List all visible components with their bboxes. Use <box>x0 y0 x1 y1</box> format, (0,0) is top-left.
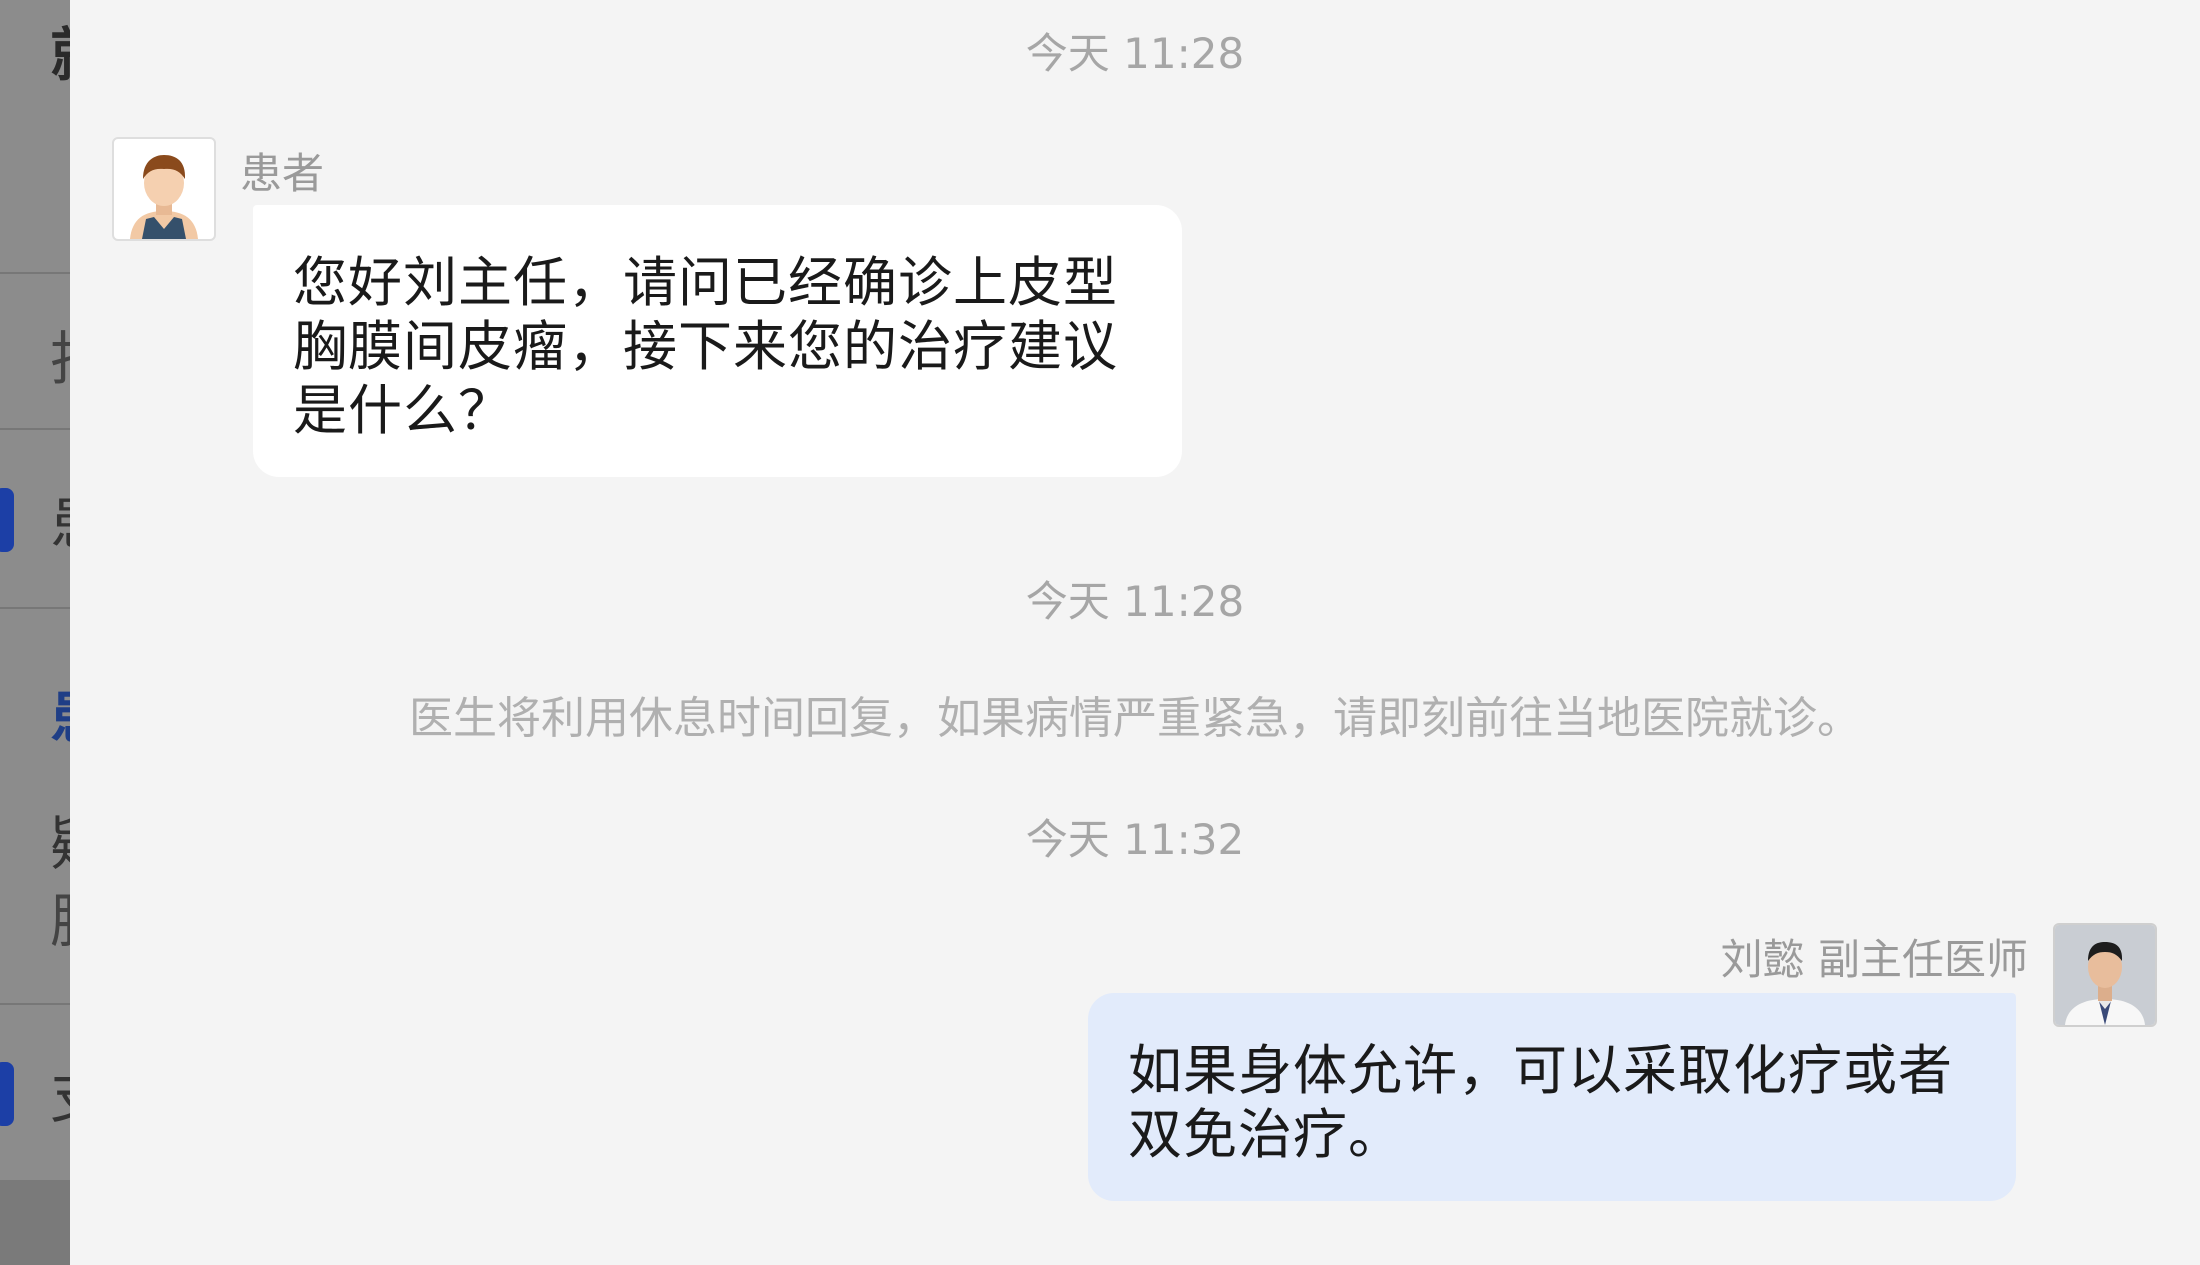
bg-bottom-shade <box>0 1180 70 1265</box>
bg-divider <box>0 272 70 274</box>
message-line: 是什么？ <box>293 379 513 442</box>
bg-fragment-support: 支 <box>50 1068 70 1126</box>
bg-fragment-lung: 肺 <box>50 892 70 950</box>
doctor-message-bubble[interactable]: 如果身体允许，可以采取化疗或者 双免治疗。 <box>1088 993 2016 1201</box>
bg-fragment-patient-link: 患 <box>50 688 70 746</box>
doctor-avatar-illustration <box>2055 925 2155 1025</box>
bg-divider <box>0 1003 70 1005</box>
doctor-sender-name: 刘懿 副主任医师 <box>1720 935 2028 984</box>
patient-message-bubble[interactable]: 您好刘主任，请问已经确诊上皮型 胸膜间皮瘤，接下来您的治疗建议 是什么？ <box>253 205 1182 477</box>
message-line: 如果身体允许，可以采取化疗或者 <box>1128 1039 1953 1102</box>
patient-avatar-icon[interactable] <box>112 137 216 241</box>
message-timestamp: 今天 11:28 <box>1025 577 1245 626</box>
patient-avatar-illustration <box>130 155 198 239</box>
message-line: 双免治疗。 <box>1128 1103 1403 1166</box>
message-timestamp: 今天 11:32 <box>1025 815 1245 864</box>
bg-section-marker <box>0 488 14 552</box>
message-timestamp: 今天 11:28 <box>1025 29 1245 78</box>
bg-fragment-patient: 患 <box>50 494 70 552</box>
bg-section-marker <box>0 1062 14 1126</box>
bg-fragment-title: 就 <box>50 26 70 84</box>
bg-fragment-search: 找 <box>50 330 70 388</box>
bg-fragment-suspect: 疑 <box>50 815 70 873</box>
background-page-overlay: 就 找 患 患 疑 肺 支 <box>0 0 70 1265</box>
message-line: 您好刘主任，请问已经确诊上皮型 <box>293 251 1118 314</box>
patient-sender-name: 患者 <box>240 149 325 198</box>
bg-divider <box>0 428 70 430</box>
doctor-avatar-photo[interactable] <box>2053 923 2157 1027</box>
bg-divider <box>0 607 70 609</box>
chat-panel[interactable]: 今天 11:28 患者 您好刘主任，请问已经确诊上皮型 胸膜间皮瘤，接下来您的治… <box>70 0 2200 1265</box>
message-line: 胸膜间皮瘤，接下来您的治疗建议 <box>293 315 1118 378</box>
system-notice: 医生将利用休息时间回复，如果病情严重紧急，请即刻前往当地医院就诊。 <box>409 693 1861 744</box>
